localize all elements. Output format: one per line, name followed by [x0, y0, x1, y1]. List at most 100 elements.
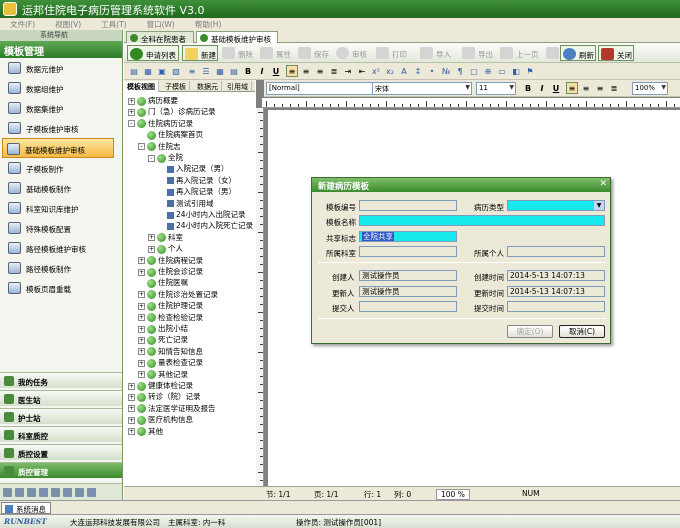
- sidebar-item-data-set[interactable]: 数据集维护: [0, 98, 122, 118]
- expand-icon[interactable]: +: [138, 314, 145, 322]
- font-select[interactable]: 宋体: [372, 82, 472, 95]
- bold-icon[interactable]: B: [242, 65, 254, 77]
- abc-icon[interactable]: A: [398, 65, 410, 77]
- italic-icon[interactable]: I: [536, 82, 548, 94]
- close-button[interactable]: 关闭: [598, 45, 634, 61]
- align-right-icon[interactable]: ≡: [314, 65, 326, 77]
- tree-node[interactable]: - 住院病历记录: [128, 119, 193, 129]
- flag-icon[interactable]: ⚑: [524, 65, 536, 77]
- expand-icon[interactable]: +: [128, 108, 135, 116]
- tree-tab-template-view[interactable]: 模板视图: [124, 81, 159, 92]
- tree-node[interactable]: 住院病案首页: [138, 130, 203, 140]
- expand-icon[interactable]: +: [128, 428, 135, 436]
- sidebar-section-qc-manage[interactable]: 质控管理: [0, 462, 122, 478]
- superscript-icon[interactable]: x²: [370, 65, 382, 77]
- list-icon[interactable]: ☰: [200, 65, 212, 77]
- share-select[interactable]: 全院共享: [359, 231, 457, 242]
- menu-window[interactable]: 窗口(W): [137, 18, 185, 30]
- tree-node[interactable]: 住院医嘱: [138, 278, 188, 288]
- collapse-icon[interactable]: -: [138, 143, 145, 151]
- mark-icon[interactable]: ◧: [510, 65, 522, 77]
- ok-button[interactable]: 确定(O): [507, 325, 553, 338]
- outdent-icon[interactable]: ⇤: [356, 65, 368, 77]
- subscript-icon[interactable]: x₂: [384, 65, 396, 77]
- prev-page-button[interactable]: 上一页: [498, 45, 542, 61]
- tree-node[interactable]: + 住院会诊记录: [138, 267, 203, 277]
- tool-icon[interactable]: [39, 488, 48, 497]
- sidebar-item-path-template-make[interactable]: 路径模板制作: [0, 258, 122, 278]
- expand-icon[interactable]: +: [128, 393, 135, 401]
- person-field[interactable]: [507, 246, 605, 257]
- chevron-down-icon[interactable]: ▼: [594, 201, 604, 210]
- grid-icon[interactable]: ▦: [214, 65, 226, 77]
- properties-button[interactable]: 属性: [258, 45, 294, 61]
- expand-icon[interactable]: +: [128, 382, 135, 390]
- expand-icon[interactable]: +: [128, 405, 135, 413]
- justify-icon[interactable]: ≣: [608, 82, 620, 94]
- name-field[interactable]: [359, 215, 605, 226]
- tree-node[interactable]: + 量表检查记录: [138, 358, 203, 368]
- border-icon[interactable]: ▢: [468, 65, 480, 77]
- tool-icon[interactable]: [63, 488, 72, 497]
- tree-node[interactable]: + 出院小结: [138, 324, 188, 334]
- sidebar-section-qc-settings[interactable]: 质控设置: [0, 444, 122, 460]
- expand-icon[interactable]: +: [138, 291, 145, 299]
- tree-node[interactable]: + 住院诊治处置记录: [138, 290, 218, 300]
- sidebar-item-sub-template-audit[interactable]: 子模板维护审核: [0, 118, 122, 138]
- sidebar-section-doctor[interactable]: 医生站: [0, 390, 122, 406]
- dept-field[interactable]: [359, 246, 457, 257]
- delete-button[interactable]: 删除: [220, 45, 256, 61]
- sidebar-item-knowledge-base[interactable]: 科室知识库维护: [0, 198, 122, 218]
- tool-icon[interactable]: [75, 488, 84, 497]
- collapse-icon[interactable]: -: [148, 154, 155, 162]
- indent-icon[interactable]: ⇥: [342, 65, 354, 77]
- bold-icon[interactable]: B: [522, 82, 534, 94]
- expand-icon[interactable]: +: [128, 416, 135, 424]
- bullet-icon[interactable]: •: [426, 65, 438, 77]
- sidebar-item-base-template-audit[interactable]: 基础模板维护审核: [2, 138, 114, 158]
- underline-icon[interactable]: U: [270, 65, 282, 77]
- menu-view[interactable]: 视图(V): [45, 18, 91, 30]
- line-spacing-icon[interactable]: ↕: [412, 65, 424, 77]
- expand-icon[interactable]: +: [138, 359, 145, 367]
- expand-icon[interactable]: +: [138, 268, 145, 276]
- expand-icon[interactable]: +: [138, 302, 145, 310]
- align-icon[interactable]: ≡: [186, 65, 198, 77]
- tree-node[interactable]: + 检查检验记录: [138, 313, 203, 323]
- expand-icon[interactable]: +: [148, 234, 155, 242]
- table-icon[interactable]: ▣: [156, 65, 168, 77]
- print-button[interactable]: 打印: [374, 45, 414, 61]
- expand-icon[interactable]: +: [138, 257, 145, 265]
- tool-icon[interactable]: [87, 488, 96, 497]
- number-list-icon[interactable]: №: [440, 65, 452, 77]
- tree-node[interactable]: - 住院志: [138, 142, 181, 152]
- apply-list-button[interactable]: 申请列表: [127, 45, 179, 61]
- tree-node[interactable]: 再入院记录（男）: [158, 187, 236, 197]
- audit-button[interactable]: 审核: [334, 45, 370, 61]
- tool-icon[interactable]: [3, 488, 12, 497]
- align-right-icon[interactable]: ≡: [594, 82, 606, 94]
- tool-icon[interactable]: [27, 488, 36, 497]
- vertical-ruler[interactable]: [256, 108, 264, 486]
- sidebar-item-header-reload[interactable]: 模板页眉重载: [0, 278, 122, 298]
- type-select[interactable]: ▼: [507, 200, 605, 211]
- expand-icon[interactable]: +: [138, 348, 145, 356]
- tree-tab-reference-domain[interactable]: 引用域: [224, 81, 252, 92]
- expand-icon[interactable]: +: [138, 325, 145, 333]
- tree-node[interactable]: + 死亡记录: [138, 335, 188, 345]
- tree-tab-data-element[interactable]: 数据元: [194, 81, 222, 92]
- sidebar-item-special-config[interactable]: 特殊模板配置: [0, 218, 122, 238]
- image-icon[interactable]: ▧: [170, 65, 182, 77]
- tree-node[interactable]: + 住院护理记录: [138, 301, 203, 311]
- collapse-icon[interactable]: -: [128, 120, 135, 128]
- tree-node[interactable]: + 门（急）诊病历记录: [128, 107, 216, 117]
- italic-icon[interactable]: I: [256, 65, 268, 77]
- tree-node[interactable]: + 个人: [148, 244, 183, 254]
- tree-node[interactable]: - 全院: [148, 153, 183, 163]
- menu-tools[interactable]: 工具(T): [91, 18, 136, 30]
- justify-icon[interactable]: ≣: [328, 65, 340, 77]
- sidebar-item-path-template-audit[interactable]: 路径模板维护审核: [0, 238, 122, 258]
- insert-icon[interactable]: ▤: [128, 65, 140, 77]
- tree-node[interactable]: 24小时内入出院记录: [158, 210, 246, 220]
- next-page-button[interactable]: [544, 45, 559, 61]
